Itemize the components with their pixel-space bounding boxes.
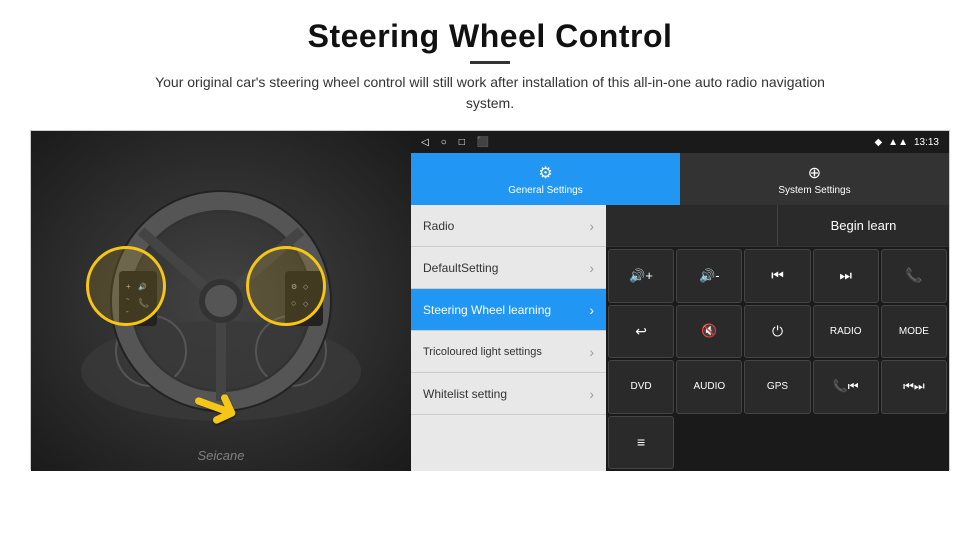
status-right: ◆ ▲▲ 13:13 [874,137,939,148]
general-settings-icon: ⚙ [538,163,552,183]
top-row: Begin learn [606,205,949,247]
vol-down-button[interactable]: 🔊- [676,249,742,303]
tab-bar: ⚙ General Settings ⊕ System Settings [411,153,949,205]
car-image-panel: + ~ - 🔊 📞 ⚙ ◇ ○ ◇ ➜ Sei [31,131,411,471]
status-bar: ◁ ○ □ ⬛ ◆ ▲▲ 13:13 [411,131,949,153]
mute-button[interactable]: 🔇 [676,305,742,359]
gps-button[interactable]: GPS [744,360,810,414]
prev-next-icon: ⏮⏭ [903,379,925,394]
watermark: Seicane [198,448,245,463]
clock: 13:13 [914,137,939,148]
hangup-button[interactable]: ↩ [608,305,674,359]
screenshot-icon: ⬛ [477,137,489,148]
menu-panel: Radio › DefaultSetting › Steering Wheel … [411,205,606,471]
right-highlight-circle [246,246,326,326]
android-panel: ◁ ○ □ ⬛ ◆ ▲▲ 13:13 ⚙ General Settings [411,131,949,471]
dvd-label: DVD [631,381,652,392]
button-grid: 🔊+ 🔊- ⏮ ⏭ 📞 [606,247,949,471]
chevron-icon: › [589,260,594,276]
menu-whitelist-label: Whitelist setting [423,387,507,401]
recents-icon: □ [459,137,465,148]
back-icon: ◁ [421,137,429,148]
audio-button[interactable]: AUDIO [676,360,742,414]
tab-general-label: General Settings [508,185,583,196]
call-prev-button[interactable]: 📞⏮ [813,360,879,414]
menu-icon: ≡ [637,434,645,450]
system-settings-icon: ⊕ [808,163,821,183]
chevron-icon: › [589,302,594,318]
menu-button[interactable]: ≡ [608,416,674,470]
radio-button[interactable]: RADIO [813,305,879,359]
prev-track-icon: ⏮ [771,267,784,284]
menu-item-tricoloured[interactable]: Tricoloured light settings › [411,331,606,373]
hangup-icon: ↩ [635,323,647,340]
chevron-icon: › [589,386,594,402]
home-icon: ○ [441,137,447,148]
gps-label: GPS [767,381,788,392]
prev-next-button[interactable]: ⏮⏭ [881,360,947,414]
nav-icons: ◁ ○ □ ⬛ [421,137,489,148]
chevron-icon: › [589,344,594,360]
call-prev-icon: 📞⏮ [833,379,859,394]
audio-label: AUDIO [693,381,725,392]
blank-area [606,205,778,246]
menu-item-steering-wheel[interactable]: Steering Wheel learning › [411,289,606,331]
tab-system-settings[interactable]: ⊕ System Settings [680,153,949,205]
chevron-icon: › [589,218,594,234]
content-area: Radio › DefaultSetting › Steering Wheel … [411,205,949,471]
begin-learn-button[interactable]: Begin learn [778,205,949,246]
vol-down-icon: 🔊- [699,268,720,284]
title-section: Steering Wheel Control Your original car… [140,18,840,124]
location-icon: ◆ [874,137,882,148]
menu-radio-label: Radio [423,219,454,233]
call-icon: 📞 [905,267,922,284]
title-divider [470,61,510,64]
menu-item-default-setting[interactable]: DefaultSetting › [411,247,606,289]
menu-tricoloured-label: Tricoloured light settings [423,346,542,358]
menu-steering-label: Steering Wheel learning [423,303,551,317]
menu-default-label: DefaultSetting [423,261,498,275]
prev-track-button[interactable]: ⏮ [744,249,810,303]
page-container: Steering Wheel Control Your original car… [0,0,980,546]
page-title: Steering Wheel Control [140,18,840,55]
mode-label: MODE [899,326,929,337]
mute-icon: 🔇 [701,323,717,339]
vol-up-icon: 🔊+ [629,268,653,284]
tab-general-settings[interactable]: ⚙ General Settings [411,153,680,205]
left-highlight-circle [86,246,166,326]
vol-up-button[interactable]: 🔊+ [608,249,674,303]
power-icon: ⏻ [772,323,783,340]
tab-system-label: System Settings [778,185,850,196]
subtitle: Your original car's steering wheel contr… [140,72,840,114]
call-button[interactable]: 📞 [881,249,947,303]
power-button[interactable]: ⏻ [744,305,810,359]
controls-panel: Begin learn 🔊+ 🔊- ⏮ [606,205,949,471]
signal-icon: ▲▲ [888,137,908,148]
next-track-icon: ⏭ [839,267,852,284]
car-background: + ~ - 🔊 📞 ⚙ ◇ ○ ◇ ➜ Sei [31,131,411,471]
radio-label: RADIO [830,326,862,337]
mode-button[interactable]: MODE [881,305,947,359]
main-content: + ~ - 🔊 📞 ⚙ ◇ ○ ◇ ➜ Sei [30,130,950,470]
dvd-button[interactable]: DVD [608,360,674,414]
menu-item-radio[interactable]: Radio › [411,205,606,247]
next-track-button[interactable]: ⏭ [813,249,879,303]
menu-item-whitelist[interactable]: Whitelist setting › [411,373,606,415]
